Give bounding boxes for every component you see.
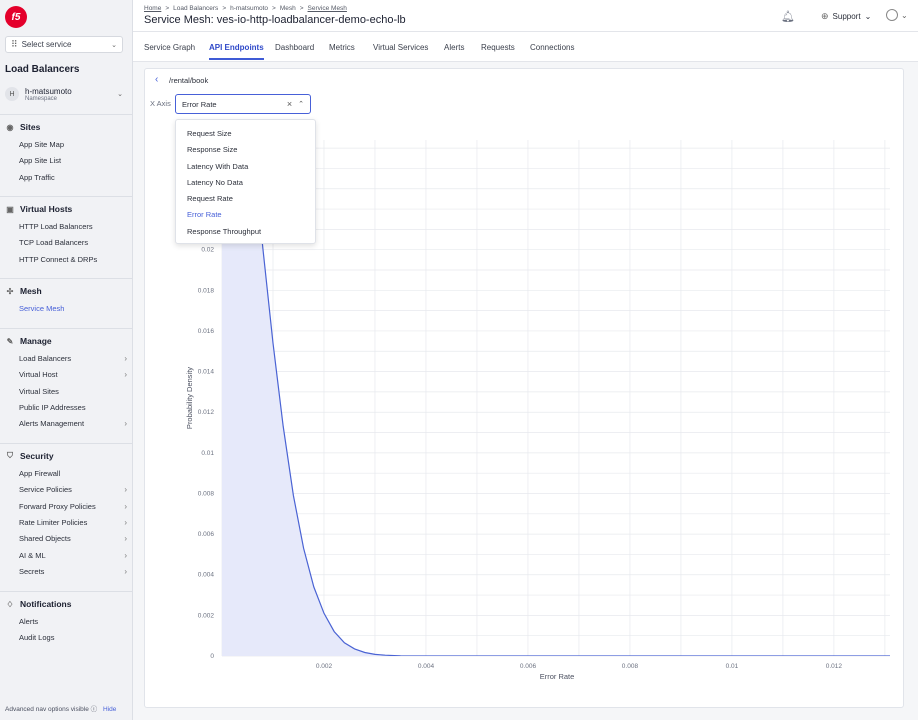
option-response-size[interactable]: Response Size — [176, 142, 315, 158]
y-tick-label: 0.002 — [198, 612, 215, 619]
y-tick-label: 0.01 — [201, 450, 214, 457]
x-tick-label: 0.008 — [622, 663, 639, 670]
x-axis-title: Error Rate — [540, 672, 575, 681]
y-axis-title: Probability Density — [185, 367, 194, 429]
y-tick-label: 0.018 — [198, 287, 215, 294]
x-tick-label: 0.012 — [826, 663, 843, 670]
option-response-throughput[interactable]: Response Throughput — [176, 224, 315, 240]
density-line — [251, 140, 890, 656]
x-tick-label: 0.006 — [520, 663, 537, 670]
y-tick-label: 0.006 — [198, 531, 215, 538]
density-area — [222, 140, 890, 656]
option-latency-with-data[interactable]: Latency With Data — [176, 159, 315, 175]
x-tick-label: 0.004 — [418, 663, 435, 670]
option-request-size[interactable]: Request Size — [176, 126, 315, 142]
probability-density-chart: 0.002 0.004 0.006 0.008 0.01 0.012 0 0.002 0.004… — [185, 140, 890, 681]
option-latency-no-data[interactable]: Latency No Data — [176, 175, 315, 191]
x-axis-dropdown-menu: Request Size Response Size Latency With Da… — [175, 119, 316, 244]
y-tick-label: 0.008 — [198, 490, 215, 497]
option-request-rate[interactable]: Request Rate — [176, 191, 315, 207]
x-tick-label: 0.002 — [316, 663, 333, 670]
y-tick-label: 0.016 — [198, 328, 215, 335]
y-tick-label: 0.004 — [198, 572, 215, 579]
y-tick-label: 0 — [210, 653, 214, 660]
y-tick-label: 0.012 — [198, 409, 215, 416]
option-error-rate[interactable]: Error Rate — [176, 207, 315, 223]
y-tick-label: 0.02 — [201, 247, 214, 254]
y-tick-label: 0.014 — [198, 369, 215, 376]
x-tick-label: 0.01 — [726, 663, 739, 670]
